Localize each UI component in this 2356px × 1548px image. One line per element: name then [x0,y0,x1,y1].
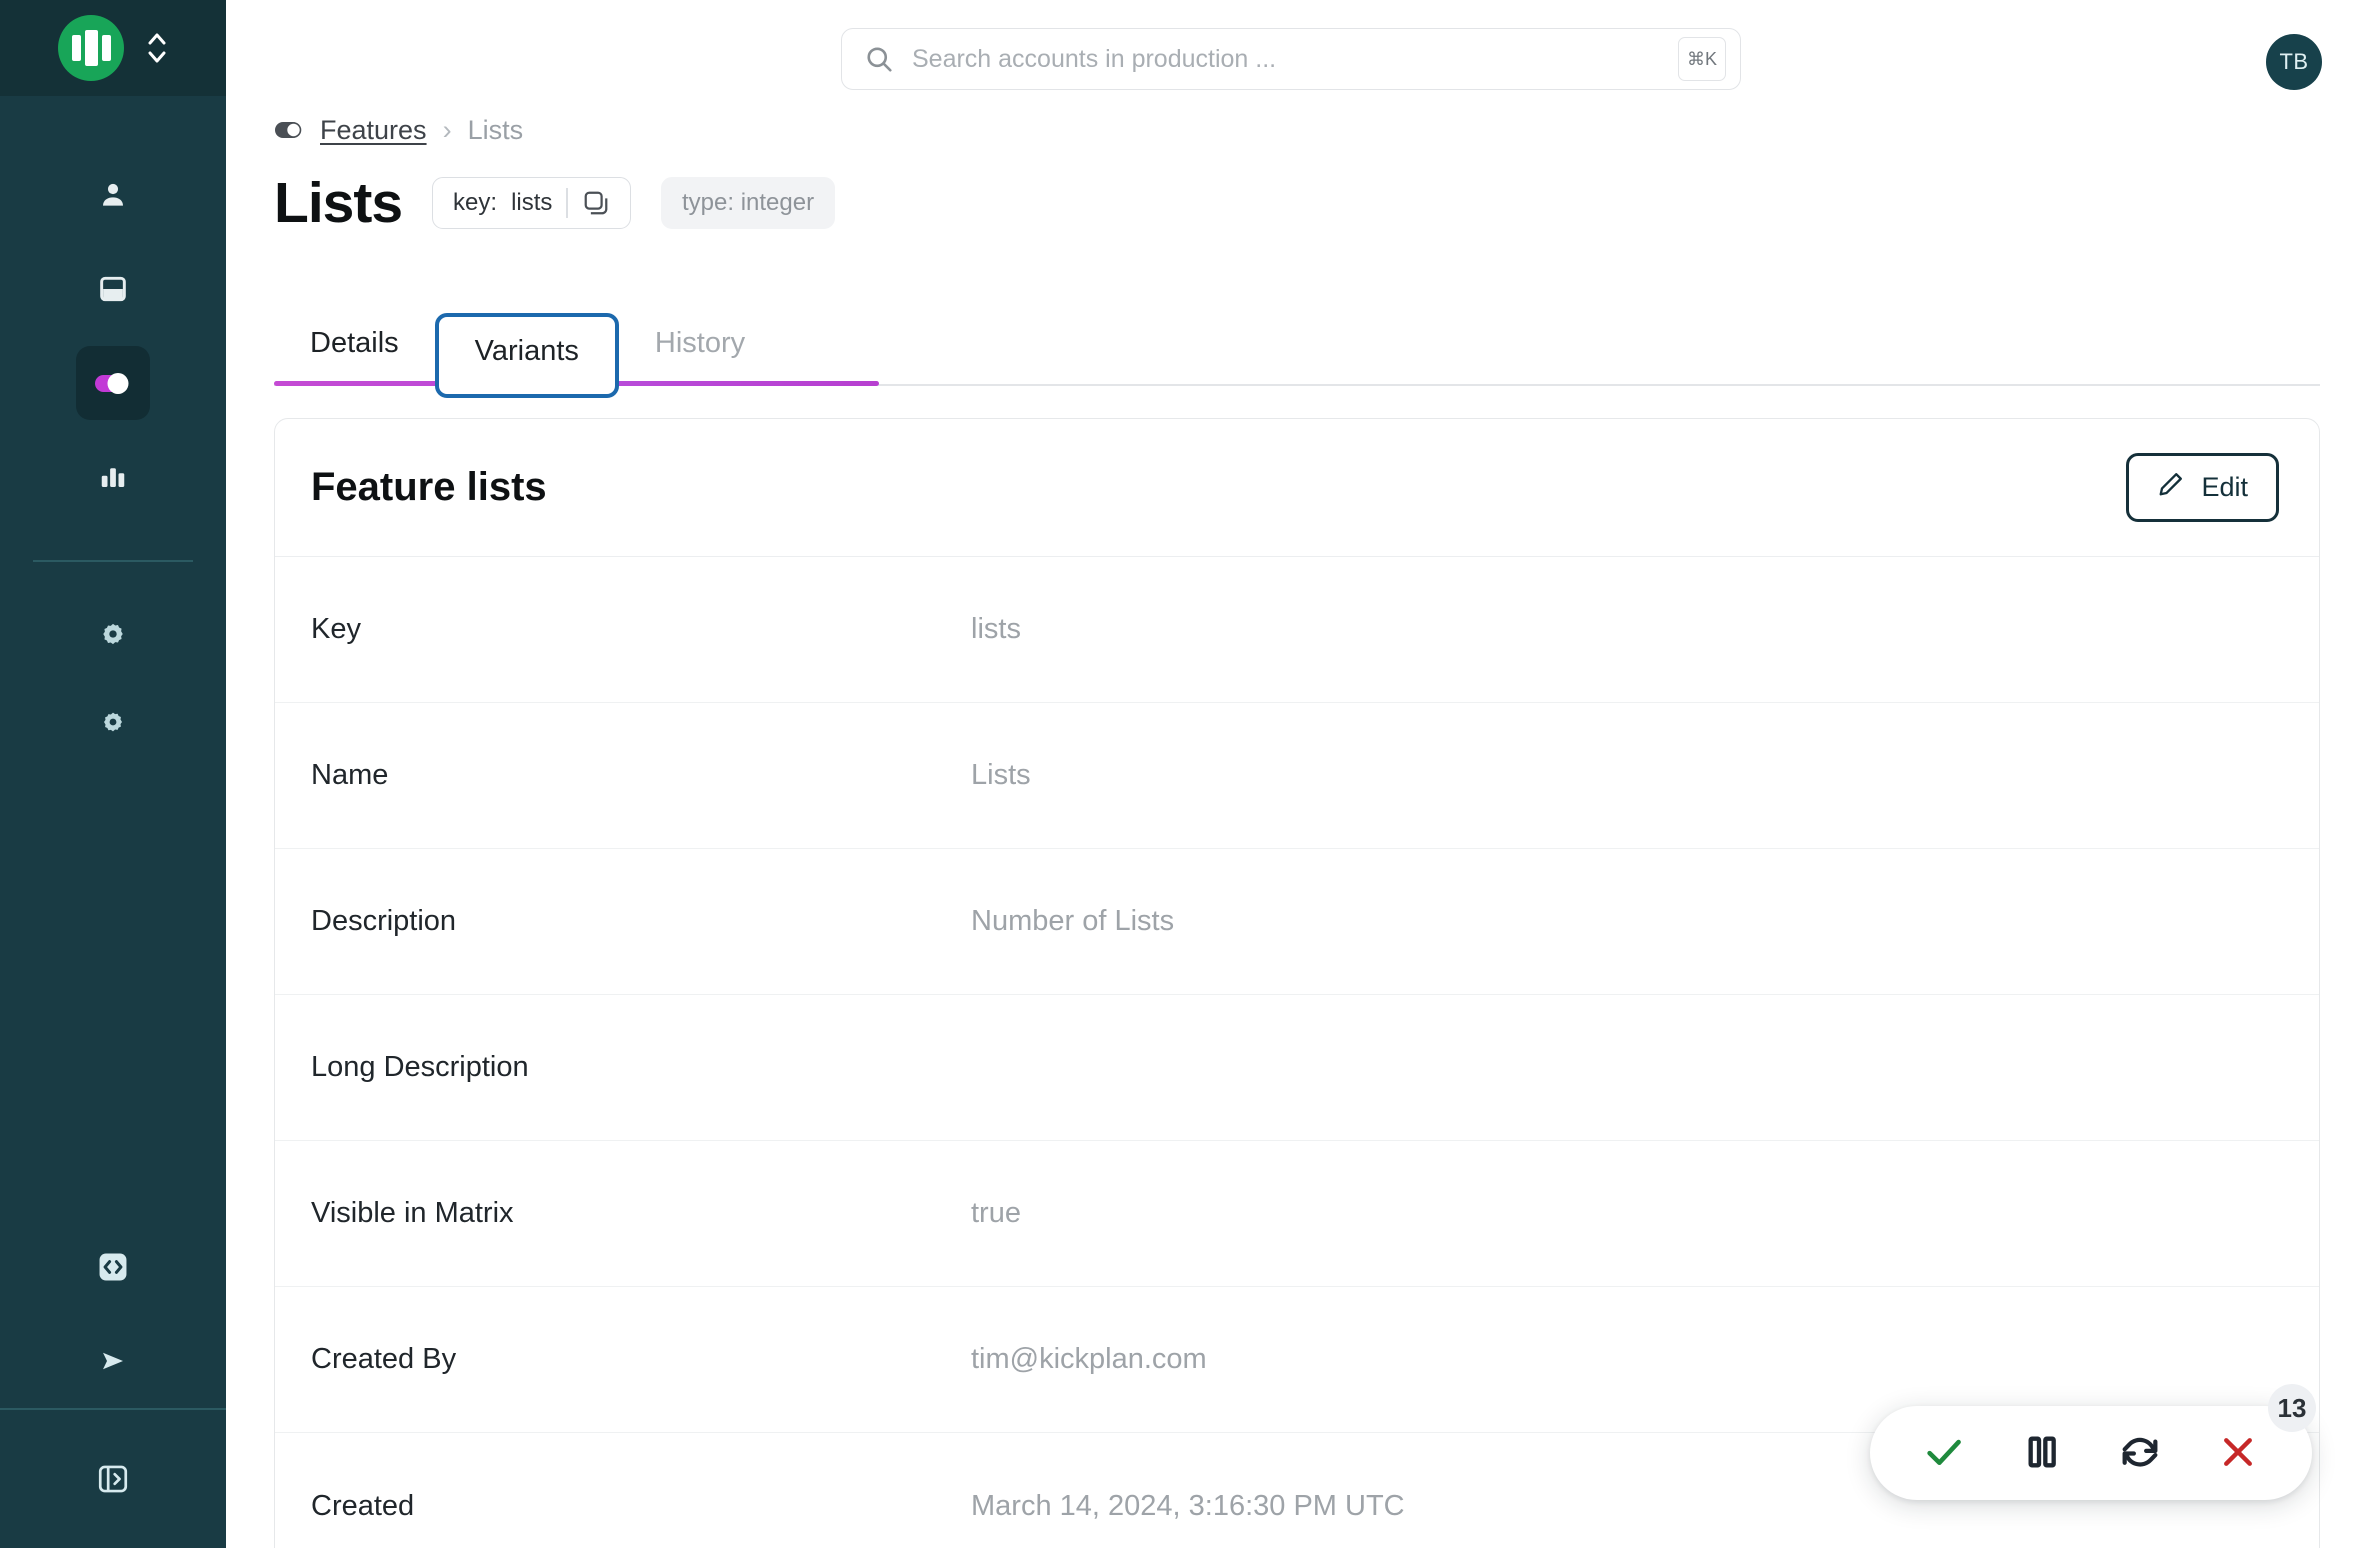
kickplan-bars-logo-icon[interactable] [58,15,124,81]
sidebar-nav [0,96,226,766]
send-icon [98,1346,128,1376]
sidebar-divider [33,560,193,562]
bar-chart-icon [98,462,128,492]
pencil-icon [2157,470,2185,505]
sidebar-item-features[interactable] [76,346,150,420]
main-area: ⌘K TB Features › Lists Lists [226,0,2356,1548]
floating-control-toolbar: 13 [1870,1384,2316,1500]
table-row: Name Lists [275,703,2319,849]
search-shortcut-badge: ⌘K [1677,37,1726,81]
row-label: Long Description [311,1051,529,1083]
key-badge-label: key: [453,189,498,216]
feature-flag-icon [274,120,304,140]
page-content: Features › Lists Lists key: lists type: … [226,108,2356,1548]
row-value: lists [971,613,1021,645]
table-row: Visible in Matrix true [275,1141,2319,1287]
tab-variants[interactable]: Variants [434,313,619,398]
row-label: Key [311,613,361,645]
breadcrumb-current: Lists [467,114,524,145]
avatar[interactable]: TB [2266,34,2322,90]
pause-button[interactable] [2016,1427,2068,1479]
approve-button[interactable] [1918,1427,1970,1479]
edit-button-label: Edit [2201,472,2248,502]
global-search: ⌘K [841,28,1741,90]
gear-icon [100,621,126,647]
check-icon [1921,1429,1967,1478]
table-row: Key lists [275,557,2319,703]
key-badge-value: lists [511,189,553,216]
feature-details-card: Feature lists Edit Key lists Name Lists … [274,418,2320,1548]
table-row: Long Description [275,995,2319,1141]
row-label: Visible in Matrix [311,1197,514,1229]
table-row: Description Number of Lists [275,849,2319,995]
toggle-icon [94,371,132,395]
page-header: Lists key: lists type: integer [274,170,2320,236]
topbar: ⌘K TB [226,0,2356,96]
card-title: Feature lists [311,465,547,509]
row-value: true [971,1197,1021,1229]
copy-icon[interactable] [582,189,610,217]
row-value: tim@kickplan.com [971,1343,1207,1375]
refresh-icon [2117,1429,2163,1478]
search-icon [864,44,894,74]
breadcrumb: Features › Lists [274,108,2320,152]
card-header: Feature lists Edit [275,419,2319,557]
sidebar-bottom-divider [0,1408,226,1410]
row-value: March 14, 2024, 3:16:30 PM UTC [971,1489,1405,1522]
type-badge: type: integer [661,177,836,229]
page-title: Lists [274,171,403,235]
tab-details[interactable]: Details [274,327,435,386]
row-value: Lists [971,759,1031,791]
sidebar-bottom [0,1220,226,1548]
badge-divider [566,188,568,218]
sidebar-item-accounts[interactable] [76,158,150,232]
refresh-button[interactable] [2114,1427,2166,1479]
search-input[interactable] [912,44,1660,74]
search-box[interactable]: ⌘K [841,28,1741,90]
app-root: ⌘K TB Features › Lists Lists [0,0,2356,1548]
breadcrumb-separator: › [442,114,452,145]
row-label: Created [311,1489,415,1522]
row-label: Name [311,759,389,791]
sidebar-item-metrics[interactable] [76,440,150,514]
status-badge: 13 [2268,1384,2316,1432]
sidebar-item-settings[interactable] [76,604,150,664]
edit-button[interactable]: Edit [2126,453,2279,522]
row-label: Description [311,905,457,937]
tab-bar: Details Variants History [274,278,2320,398]
panel-expand-icon [96,1462,130,1496]
tab-history[interactable]: History [619,327,781,386]
sidebar-brand-area [0,0,226,96]
code-icon [96,1250,130,1284]
chevron-up-down-icon[interactable] [146,27,168,69]
sidebar-item-preferences[interactable] [76,692,150,752]
sidebar-item-developers[interactable] [76,1230,150,1304]
expand-sidebar-button[interactable] [76,1442,150,1516]
row-label: Created By [311,1343,457,1375]
key-badge: key: lists [432,177,631,229]
sidebar-item-products[interactable] [76,252,150,326]
close-icon [2216,1430,2260,1477]
row-value: Number of Lists [971,905,1175,937]
gear-icon [101,710,125,734]
sidebar [0,0,226,1548]
sidebar-item-send[interactable] [76,1324,150,1398]
pause-icon [2022,1430,2062,1477]
stop-button[interactable] [2212,1427,2264,1479]
breadcrumb-link-features[interactable]: Features [320,115,427,146]
user-icon [97,179,129,211]
package-icon [97,273,129,305]
